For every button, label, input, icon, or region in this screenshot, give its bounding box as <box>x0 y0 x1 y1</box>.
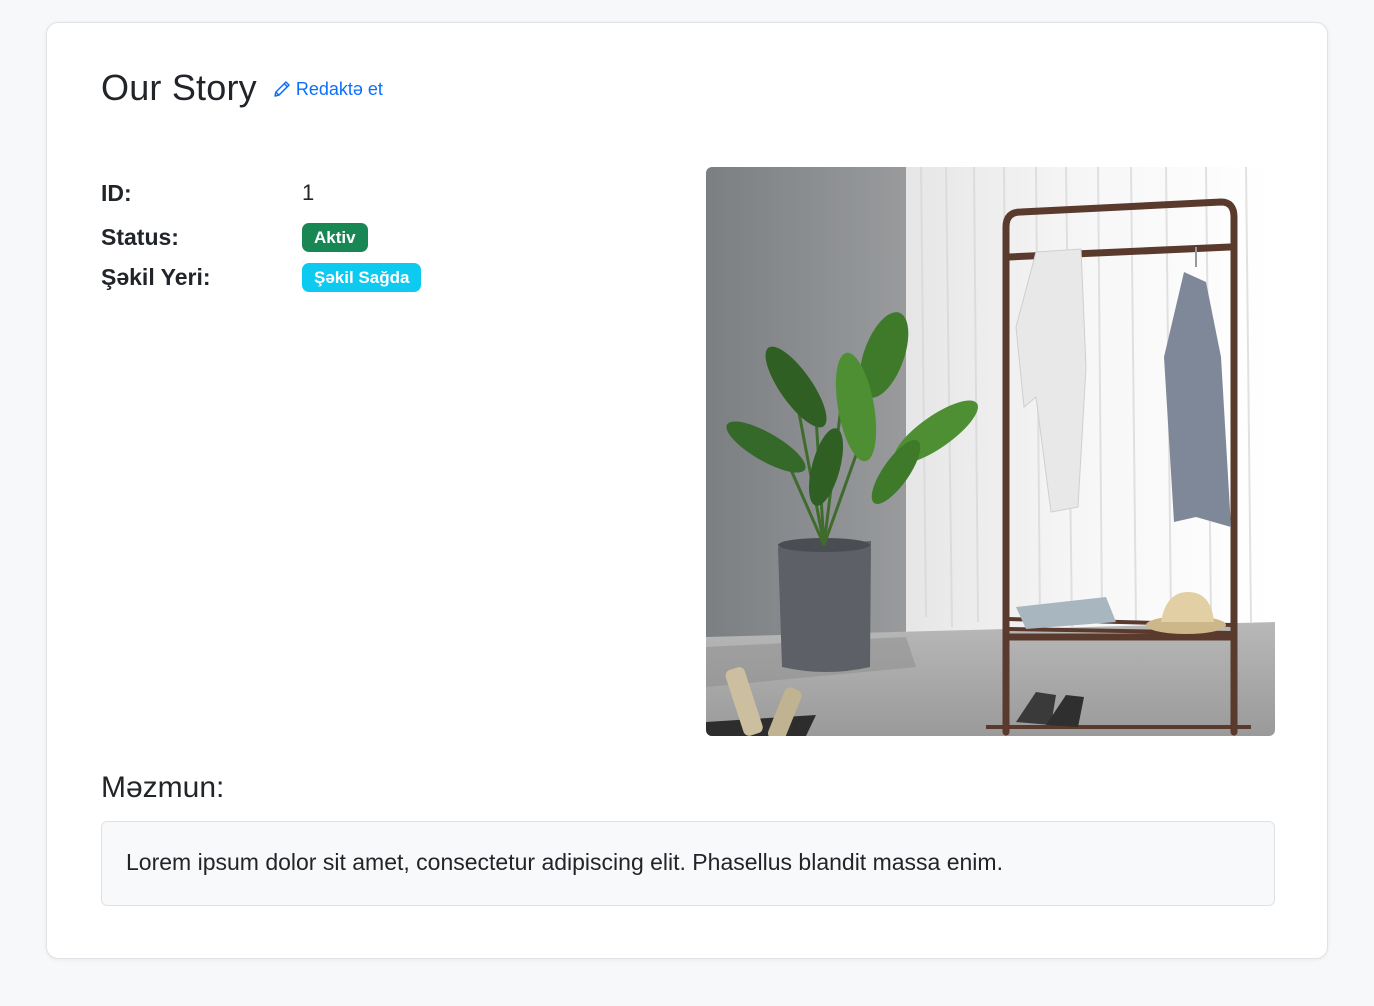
image-position-badge: Şəkil Sağda <box>302 262 422 292</box>
pencil-icon <box>274 81 290 97</box>
id-label: ID: <box>101 179 132 206</box>
detail-row-id: ID: 1 <box>101 171 421 215</box>
content-text: Lorem ipsum dolor sit amet, consectetur … <box>126 849 1003 875</box>
image-position-label: Şəkil Yeri: <box>101 263 211 290</box>
detail-row-status: Status: Aktiv <box>101 215 421 259</box>
story-detail-card: Our Story Redaktə et ID: 1 Status: Aktiv… <box>46 22 1328 959</box>
status-label: Status: <box>101 223 179 250</box>
id-value: 1 <box>302 180 315 205</box>
content-heading: Məzmun: <box>101 771 225 804</box>
edit-link-label: Redaktə et <box>295 78 383 99</box>
status-badge: Aktiv <box>302 222 368 252</box>
details-list: ID: 1 Status: Aktiv Şəkil Yeri: Şəkil Sa… <box>101 171 422 299</box>
detail-row-image-position: Şəkil Yeri: Şəkil Sağda <box>101 255 422 299</box>
story-image <box>706 167 1275 736</box>
page-header: Our Story Redaktə et <box>101 67 383 109</box>
edit-link[interactable]: Redaktə et <box>273 79 383 100</box>
content-box: Lorem ipsum dolor sit amet, consectetur … <box>101 821 1275 906</box>
page-title: Our Story <box>101 67 257 108</box>
